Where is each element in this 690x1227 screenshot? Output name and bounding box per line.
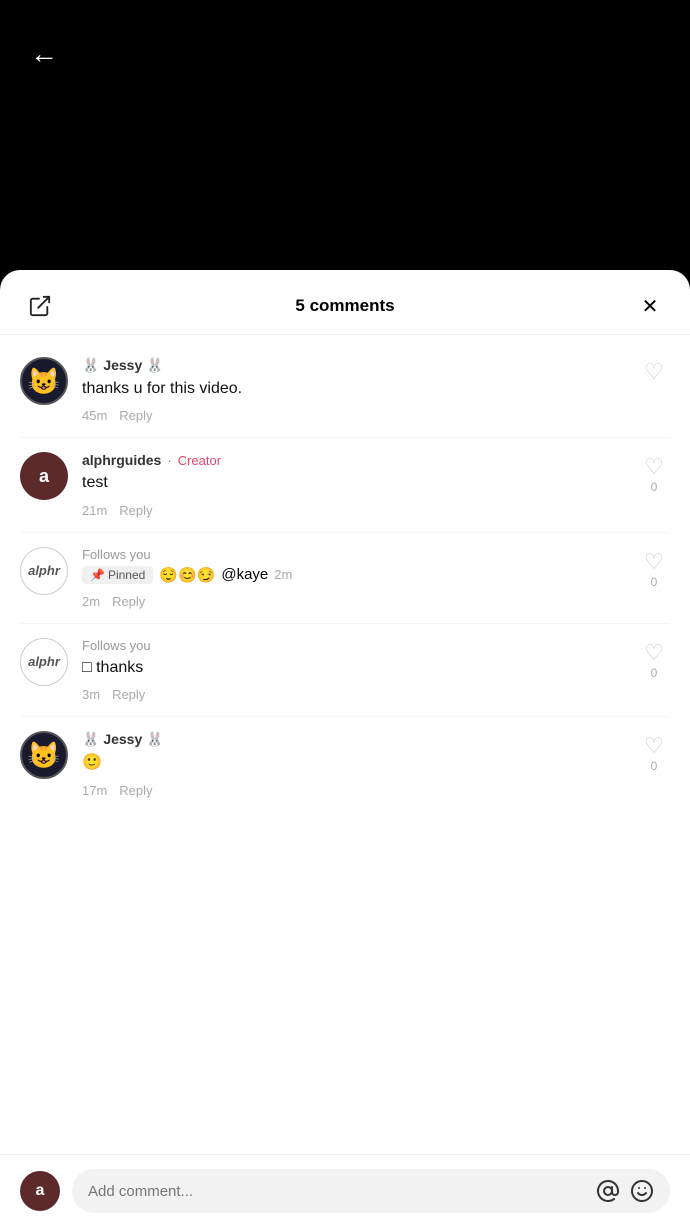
- like-column: ♡ 0: [638, 735, 670, 773]
- comment-username: 🐰 Jessy 🐰: [82, 357, 164, 374]
- reply-button[interactable]: Reply: [119, 783, 152, 798]
- username-row: 🐰 Jessy 🐰: [82, 357, 624, 374]
- input-avatar: a: [20, 1171, 60, 1211]
- avatar: 😺: [20, 357, 68, 405]
- comment-meta: 45m Reply: [82, 408, 624, 423]
- creator-badge: Creator: [178, 453, 221, 468]
- comment-username: 🐰 Jessy 🐰: [82, 731, 164, 748]
- sheet-title: 5 comments: [295, 296, 394, 316]
- like-column: ♡: [638, 361, 670, 383]
- username-row: alphrguides · Creator: [82, 452, 624, 468]
- like-column: ♡ 0: [638, 456, 670, 494]
- at-mention-button[interactable]: [596, 1179, 620, 1203]
- comment-meta: 2m Reply: [82, 594, 624, 609]
- comment-meta: 3m Reply: [82, 687, 624, 702]
- follows-you-label: Follows you: [82, 547, 151, 562]
- username-row: 🐰 Jessy 🐰: [82, 731, 624, 748]
- follows-you-label: Follows you: [82, 638, 151, 653]
- avatar: a: [20, 452, 68, 500]
- reply-button[interactable]: Reply: [112, 687, 145, 702]
- comment-time: 17m: [82, 783, 107, 798]
- avatar: alphr: [20, 547, 68, 595]
- pin-icon: 📌: [90, 568, 105, 582]
- comments-sheet: 5 comments ✕ 😺 🐰 Jessy 🐰 thanks u for th…: [0, 270, 690, 1227]
- heart-icon[interactable]: ♡: [644, 735, 664, 757]
- comment-time: 45m: [82, 408, 107, 423]
- like-count: 0: [651, 666, 658, 680]
- pinned-emojis: 😌😊😏: [159, 566, 215, 584]
- comment-input-wrap: [72, 1169, 670, 1213]
- comment-username: alphrguides: [82, 452, 161, 468]
- heart-icon[interactable]: ♡: [644, 551, 664, 573]
- like-column: ♡ 0: [638, 642, 670, 680]
- comment-text: thanks u for this video.: [82, 378, 624, 400]
- heart-icon[interactable]: ♡: [644, 456, 664, 478]
- table-row: 😺 🐰 Jessy 🐰 thanks u for this video. 45m…: [0, 343, 690, 437]
- comments-list: 😺 🐰 Jessy 🐰 thanks u for this video. 45m…: [0, 335, 690, 1154]
- like-count: 0: [651, 575, 658, 589]
- table-row: alphr Follows you □ thanks 3m Reply ♡ 0: [0, 624, 690, 716]
- comment-meta: 17m Reply: [82, 783, 624, 798]
- table-row: alphr Follows you 📌 Pinned 😌😊😏 @kaye 2m …: [0, 533, 690, 623]
- reply-button[interactable]: Reply: [119, 408, 152, 423]
- back-button[interactable]: ←: [30, 40, 58, 68]
- table-row: a alphrguides · Creator test 21m Reply ♡…: [0, 438, 690, 531]
- comment-time: 3m: [82, 687, 100, 702]
- heart-icon[interactable]: ♡: [644, 361, 664, 383]
- sheet-header: 5 comments ✕: [0, 270, 690, 335]
- comment-body: Follows you 📌 Pinned 😌😊😏 @kaye 2m 2m Rep…: [82, 547, 624, 609]
- reply-button[interactable]: Reply: [119, 503, 152, 518]
- heart-icon[interactable]: ♡: [644, 642, 664, 664]
- comment-body: Follows you □ thanks 3m Reply: [82, 638, 624, 702]
- table-row: 😺 🐰 Jessy 🐰 🙂 17m Reply ♡ 0: [0, 717, 690, 811]
- pinned-badge: 📌 Pinned: [82, 566, 153, 584]
- avatar: 😺: [20, 731, 68, 779]
- comment-body: alphrguides · Creator test 21m Reply: [82, 452, 624, 517]
- mention: @kaye: [221, 566, 268, 583]
- username-row: Follows you: [82, 638, 624, 653]
- username-row: Follows you: [82, 547, 624, 562]
- pinned-label: Pinned: [108, 568, 145, 582]
- comment-text: 🙂: [82, 752, 624, 774]
- avatar: alphr: [20, 638, 68, 686]
- like-count: 0: [651, 759, 658, 773]
- comment-input[interactable]: [88, 1183, 586, 1200]
- like-count: 0: [651, 480, 658, 494]
- comment-input-bar: a: [0, 1154, 690, 1227]
- close-button[interactable]: ✕: [634, 290, 666, 322]
- comment-body: 🐰 Jessy 🐰 🙂 17m Reply: [82, 731, 624, 797]
- comment-text: test: [82, 472, 624, 494]
- emoji-button[interactable]: [630, 1179, 654, 1203]
- comment-time: 21m: [82, 503, 107, 518]
- comment-text: □ thanks: [82, 657, 624, 679]
- like-column: ♡ 0: [638, 551, 670, 589]
- pinned-row: 📌 Pinned 😌😊😏 @kaye 2m: [82, 566, 624, 584]
- comment-time: 2m: [82, 594, 100, 609]
- comment-body: 🐰 Jessy 🐰 thanks u for this video. 45m R…: [82, 357, 624, 423]
- comment-meta: 21m Reply: [82, 503, 624, 518]
- share-icon[interactable]: [24, 290, 56, 322]
- mention-time: 2m: [274, 567, 292, 582]
- reply-button[interactable]: Reply: [112, 594, 145, 609]
- top-bar: ←: [0, 0, 690, 270]
